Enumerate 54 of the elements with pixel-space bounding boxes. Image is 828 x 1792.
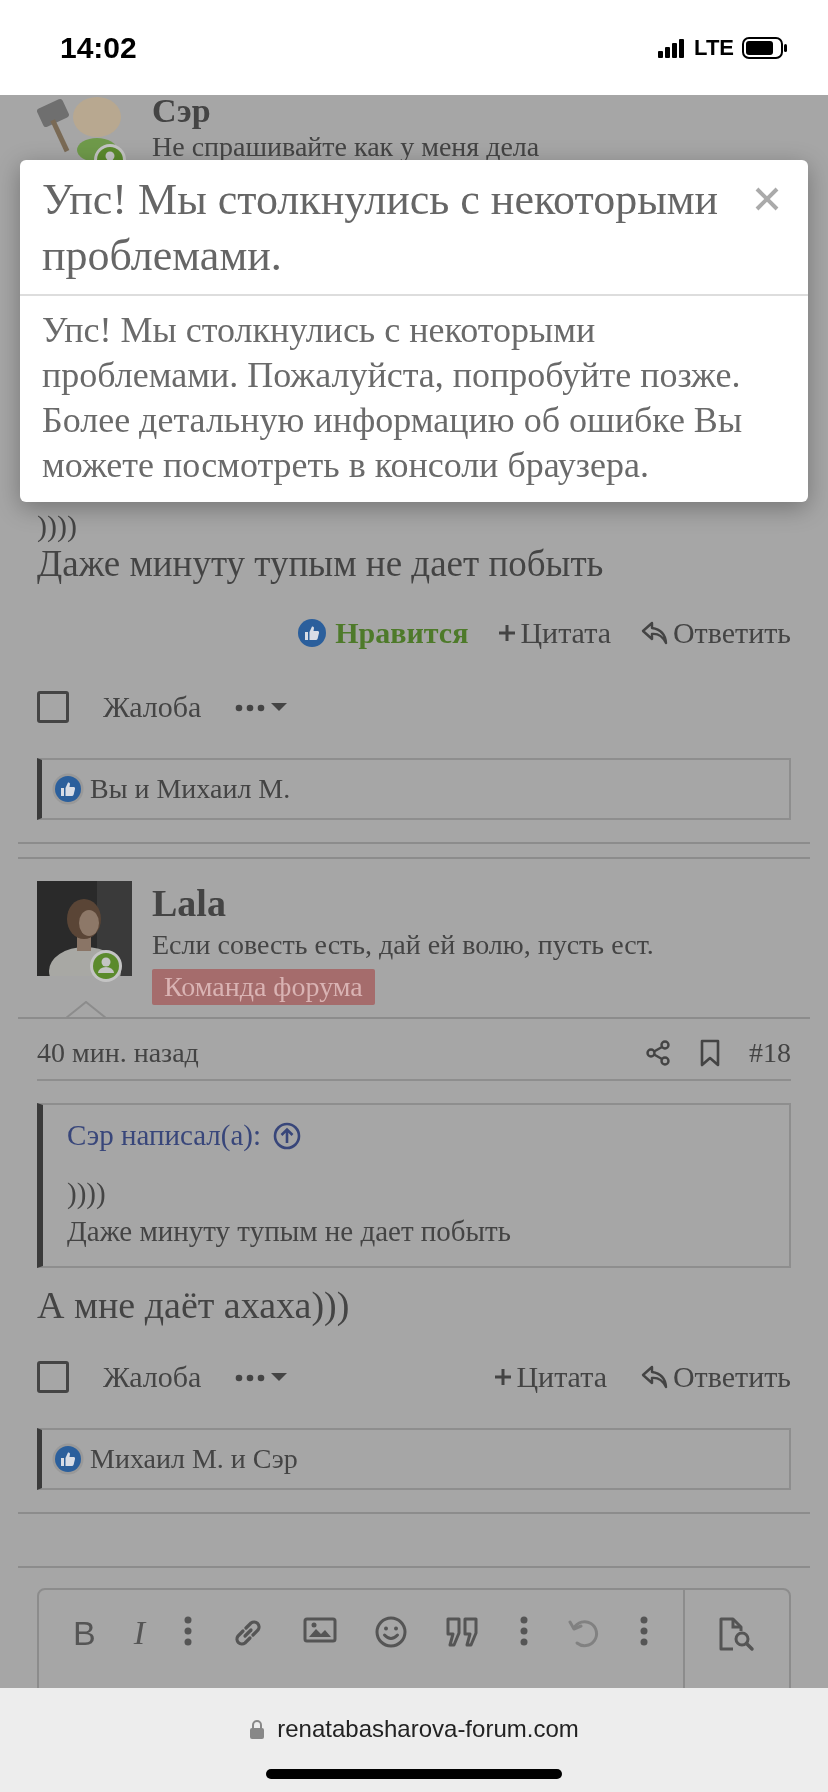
lock-icon [249,1719,266,1739]
reactions-bar[interactable]: Михаил М. и Сэр [37,1428,791,1490]
arrow-up-icon[interactable] [273,1121,301,1150]
quote-marks-icon[interactable] [444,1616,481,1648]
thumbs-up-icon [52,773,84,805]
address-bar[interactable]: renatabasharova-forum.com [0,1688,828,1792]
thumbs-up-icon [297,618,328,648]
signal-icon [658,37,687,58]
italic-button[interactable]: I [133,1616,145,1650]
post-text: )))) [37,510,77,542]
status-time: 14:02 [60,30,137,65]
reactions-text[interactable]: Михаил М. и Сэр [90,1443,298,1475]
user-title: Команда форума [152,969,375,1005]
preview-icon[interactable] [718,1616,756,1652]
thumbs-up-icon [52,1443,84,1475]
reply-icon [640,620,669,646]
quote-button[interactable]: Цитата [494,1360,607,1394]
report-link[interactable]: Жалоба [103,690,202,724]
author-name[interactable]: Lala [152,881,226,925]
quote-text: Даже минуту тупым не дает побыть [67,1214,511,1249]
post-text: А мне даёт ахаха))) [37,1283,350,1328]
network-label: LTE [694,34,734,61]
dialog-title: Упс! Мы столкнулись с некоторыми проблемами. [42,174,720,282]
like-button[interactable]: Нравится [297,616,469,650]
reactions-text[interactable]: Вы и Михаил М. [90,773,291,805]
user-signature: Если совесть есть, дай ей волю, пусть ест. [152,928,654,962]
more-icon[interactable] [518,1616,529,1646]
image-icon[interactable] [302,1616,337,1644]
reply-button[interactable]: Ответить [640,616,791,650]
quote-text: )))) [67,1176,106,1211]
author-name[interactable]: Сэр [152,95,211,131]
smiley-icon[interactable] [374,1616,407,1648]
share-icon[interactable] [645,1040,671,1066]
url-text[interactable]: renatabasharova-forum.com [277,1715,579,1743]
battery-icon [742,36,788,59]
select-checkbox[interactable] [37,691,69,723]
bold-button[interactable]: B [73,1616,96,1650]
report-link[interactable]: Жалоба [103,1360,202,1394]
select-checkbox[interactable] [37,1361,69,1393]
post-text: Даже минуту тупым не дает побыть [37,542,604,586]
quote-author-link[interactable]: Сэр написал(а): [67,1119,261,1152]
post-number[interactable]: #18 [749,1037,791,1069]
reply-icon [640,1364,669,1390]
plus-icon [494,1368,513,1386]
plus-icon [498,624,517,642]
bookmark-icon[interactable] [699,1039,721,1067]
quote-button[interactable]: Цитата [498,616,611,650]
reply-button[interactable]: Ответить [640,1360,791,1394]
dialog-message: Упс! Мы столкнулись с некоторыми проблемами. Пожалуйста, попробуйте позже. Более детальную информацию об ошибке Вы можете посмотреть в консоли браузера. [42,309,744,487]
reactions-bar[interactable]: Вы и Михаил М. [37,758,791,820]
post-time[interactable]: 40 мин. назад [37,1037,199,1069]
more-icon[interactable] [183,1616,193,1646]
more-icon[interactable] [638,1616,649,1646]
close-button[interactable] [754,186,780,212]
